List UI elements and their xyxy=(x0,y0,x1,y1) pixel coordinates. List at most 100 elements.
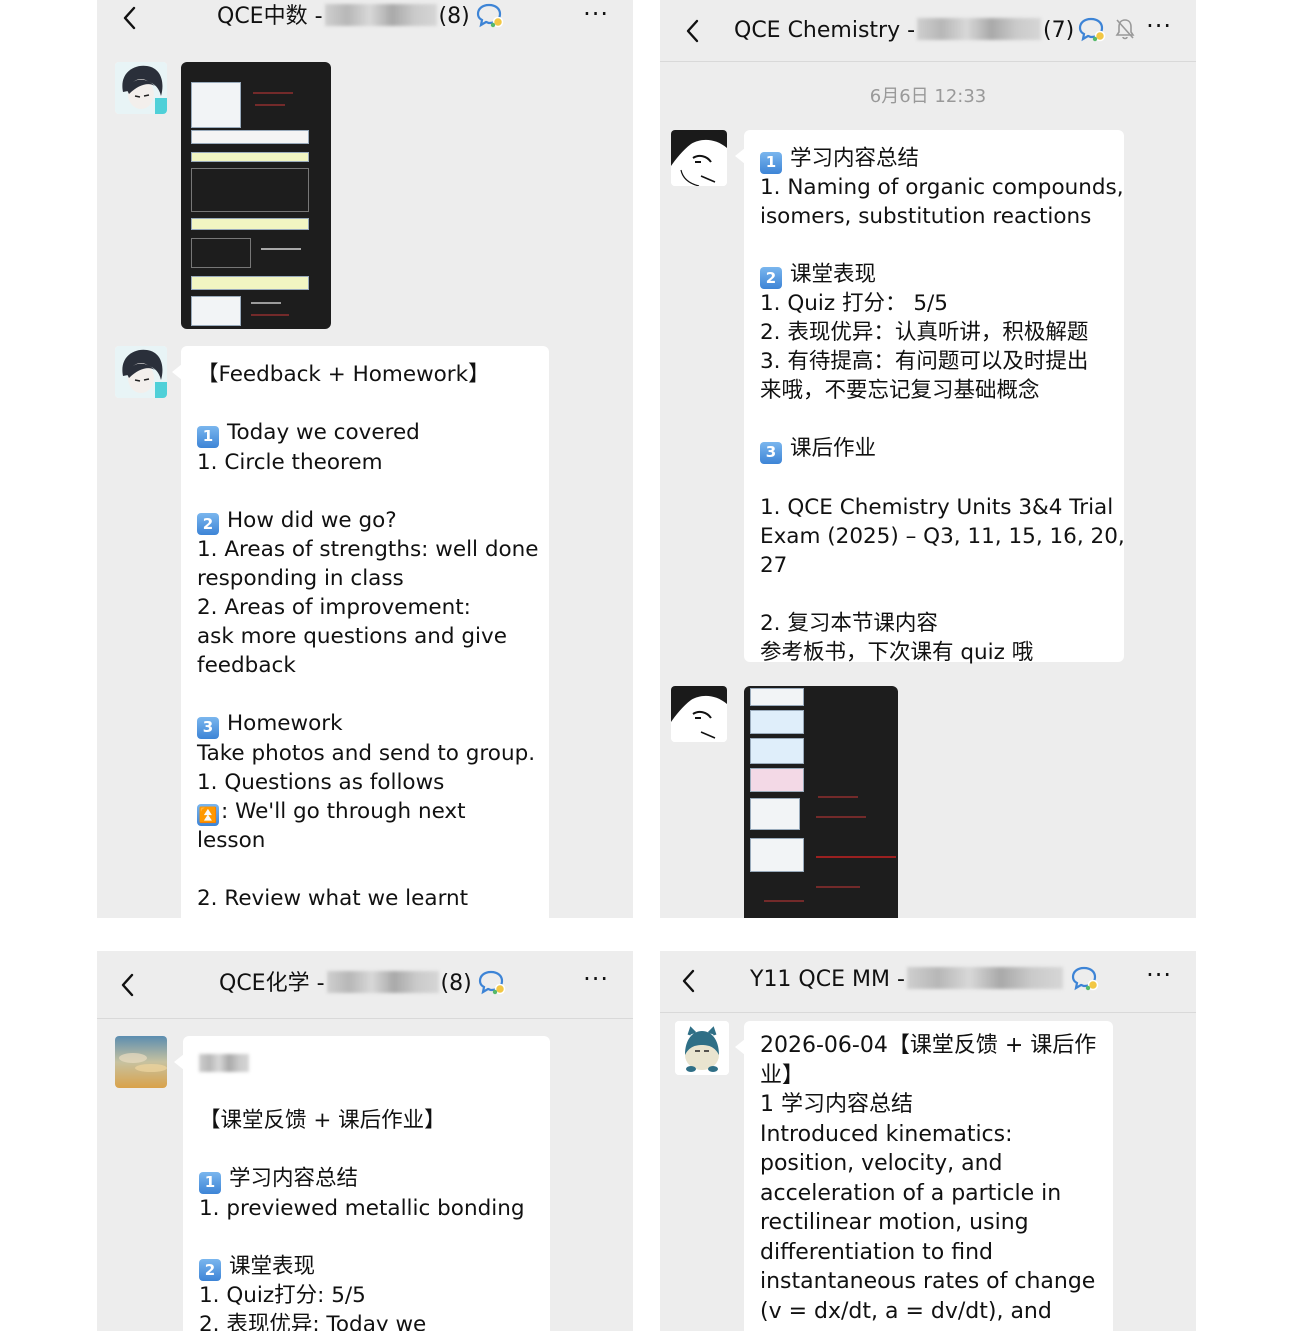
message-line xyxy=(199,1048,534,1077)
shared-image[interactable] xyxy=(181,62,331,329)
message-line: 3 课后作业 xyxy=(760,434,1108,464)
message-line: 2. Areas of improvement: xyxy=(197,595,471,620)
chat-panel-qce-chemistry: QCE Chemistry - (7) ··· 6月6日 12:33 1 学习内容总… xyxy=(660,0,1196,918)
redacted-name xyxy=(917,18,1042,40)
top-arrow-icon: ⏫ xyxy=(197,804,219,826)
message-line: 1. Circle theorem xyxy=(197,449,383,475)
message-line: 参考板书，下次课有 quiz 哦 xyxy=(760,639,1034,665)
redacted-name xyxy=(199,1054,249,1072)
message-line: 1. Questions as follows xyxy=(197,769,445,795)
message-line: 2. 表现优异: Today we xyxy=(199,1312,427,1331)
number-badge: 2 xyxy=(199,1259,221,1281)
message-line xyxy=(760,405,1108,434)
number-badge: 3 xyxy=(197,716,219,739)
message-line: rectilinear motion, using xyxy=(760,1210,1029,1235)
chat-header: QCE化学 - (8) ··· xyxy=(97,951,633,1017)
chat-header: Y11 QCE MM - ··· xyxy=(660,951,1196,1011)
message-bubble[interactable]: 【Feedback + Homework】 1 Today we covered … xyxy=(172,346,549,918)
message-line: 1. QCE Chemistry Units 3&4 Trial xyxy=(760,494,1114,520)
message-line: 1 学习内容总结 xyxy=(760,1092,913,1117)
member-count: (8) xyxy=(438,4,470,29)
message-line: 2026-06-04【课堂反馈 + 课后作 xyxy=(760,1033,1097,1058)
back-icon[interactable] xyxy=(678,967,700,995)
message-line: 3. 有待提高：有问题可以及时提出 xyxy=(760,349,1089,374)
message-line: responding in class xyxy=(197,566,404,591)
more-icon[interactable]: ··· xyxy=(583,0,609,28)
mute-bell-icon xyxy=(1114,17,1136,41)
number-badge: 3 xyxy=(760,441,782,464)
avatar[interactable] xyxy=(115,1036,167,1088)
back-icon[interactable] xyxy=(119,4,141,32)
message-line: differentiation to find xyxy=(760,1239,994,1265)
number-badge: 1 xyxy=(199,1171,221,1194)
message-line: 2 课堂表现 xyxy=(760,260,1108,289)
message-line: 业】 xyxy=(760,1062,805,1088)
message-line: 1. Areas of strengths: well done xyxy=(197,537,539,562)
message-line: 1. Quiz打分: 5/5 xyxy=(199,1283,366,1308)
message-line xyxy=(197,680,533,709)
avatar[interactable] xyxy=(671,686,727,742)
message-line xyxy=(197,855,533,884)
group-chat-icon xyxy=(1078,16,1106,42)
chat-header: QCE Chemistry - (7) ··· xyxy=(660,0,1196,60)
shared-image[interactable] xyxy=(744,686,898,918)
message-line: Exam (2025) – Q3, 11, 15, 16, 20, xyxy=(760,523,1125,549)
message-line: 2. 复习本节课内容 xyxy=(760,610,938,636)
message-line xyxy=(760,231,1108,260)
redacted-name xyxy=(906,967,1063,989)
message-line: 1 学习内容总结 xyxy=(199,1164,534,1194)
back-icon[interactable] xyxy=(117,971,139,999)
member-count: (7) xyxy=(1043,18,1075,43)
message-line: 来哦，不要忘记复习基础概念 xyxy=(760,378,1040,403)
group-chat-icon xyxy=(476,2,504,28)
message-timestamp: 6月6日 12:33 xyxy=(869,86,987,107)
group-chat-icon xyxy=(478,969,506,995)
message-bubble[interactable]: 1 学习内容总结 1. Naming of organic compounds, … xyxy=(735,130,1125,665)
message-line: Introduced kinematics: xyxy=(760,1121,1013,1147)
back-icon[interactable] xyxy=(682,17,704,45)
message-line: acceleration of a particle in xyxy=(760,1180,1062,1206)
title-prefix: QCE Chemistry - xyxy=(734,18,916,43)
chat-header: QCE中数 - (8) ··· xyxy=(97,0,633,48)
message-line xyxy=(199,1223,534,1252)
message-line xyxy=(197,389,533,418)
message-bubble[interactable]: 2026-06-04【课堂反馈 + 课后作 业】 1 学习内容总结 Introd… xyxy=(735,1021,1113,1331)
message-line: 2 课堂表现 xyxy=(199,1252,534,1281)
message-line: 27 xyxy=(760,552,788,578)
more-icon[interactable]: ··· xyxy=(1146,12,1172,40)
message-line: ask more questions and give xyxy=(197,624,507,649)
message-line xyxy=(199,1077,534,1106)
message-line xyxy=(760,464,1108,493)
message-line: 3 Homework xyxy=(197,709,533,739)
group-chat-icon xyxy=(1071,965,1099,991)
message-bubble[interactable]: 【课堂反馈 + 课后作业】 1 学习内容总结 1. previewed metal… xyxy=(174,1036,550,1331)
number-badge: 1 xyxy=(760,151,782,174)
message-line: lesson xyxy=(197,828,266,853)
chat-panel-qce-math: QCE中数 - (8) ··· 【Feedback + Homework】 1 To… xyxy=(97,0,633,918)
message-line: 2. 表现优异：认真听讲，积极解题 xyxy=(760,320,1089,345)
more-icon[interactable]: ··· xyxy=(1146,961,1172,989)
message-line: ⏫: We'll go through next xyxy=(197,797,533,826)
avatar[interactable] xyxy=(115,346,167,398)
avatar[interactable] xyxy=(115,62,167,114)
message-line: 1. Naming of organic compounds, xyxy=(760,174,1124,200)
chat-title: QCE中数 - (8) xyxy=(217,2,504,32)
chat-panel-qce-chem-cn: QCE化学 - (8) ··· 【课堂反馈 + 课后作业】 1 学习内容总结 1. … xyxy=(97,951,633,1331)
message-line: (v = dx/dt, a = dv/dt), and xyxy=(760,1298,1052,1324)
more-icon[interactable]: ··· xyxy=(583,965,609,993)
message-line xyxy=(197,477,533,506)
number-badge: 2 xyxy=(760,267,782,289)
avatar[interactable] xyxy=(671,130,727,186)
title-prefix: QCE化学 - xyxy=(219,971,325,996)
message-line: 1 Today we covered xyxy=(197,418,533,448)
redacted-name xyxy=(324,4,437,26)
avatar[interactable] xyxy=(675,1021,729,1075)
message-line: instantaneous rates of change xyxy=(760,1269,1096,1294)
message-line: 【课堂反馈 + 课后作业】 xyxy=(199,1108,446,1133)
number-badge: 1 xyxy=(197,425,219,448)
message-line: position, velocity, and xyxy=(760,1151,1003,1176)
title-prefix: Y11 QCE MM - xyxy=(750,967,905,992)
message-line: Take photos and send to group. xyxy=(197,740,536,766)
message-line xyxy=(199,1135,534,1164)
member-count: (8) xyxy=(440,971,472,996)
